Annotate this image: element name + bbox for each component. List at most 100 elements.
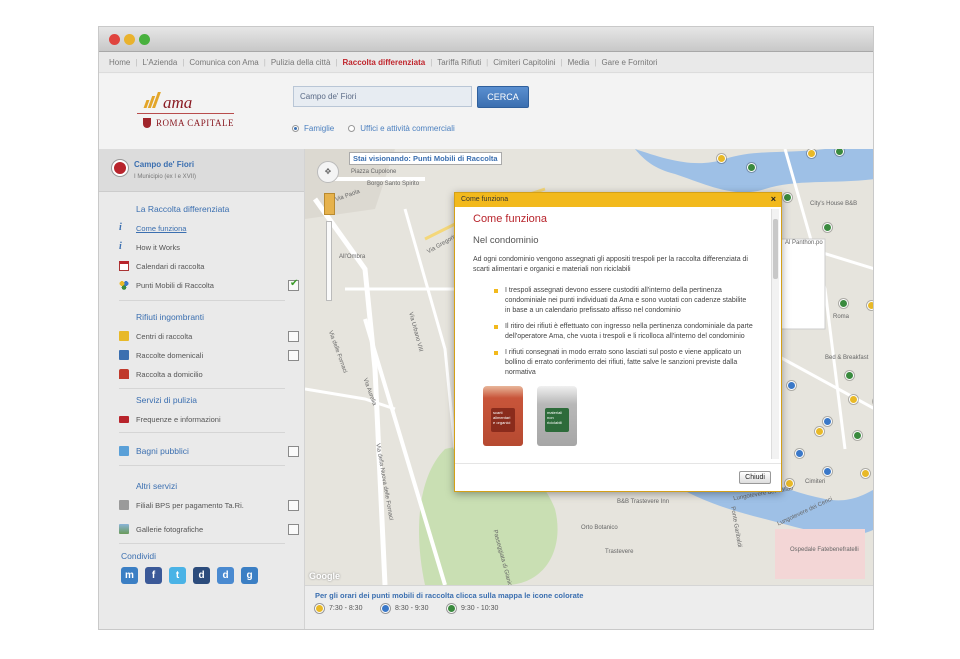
facebook-icon[interactable]: f [145, 567, 162, 584]
logo-subtitle: ROMA CAPITALE [156, 118, 235, 128]
radio-famiglie-label[interactable]: Famiglie [304, 124, 334, 133]
dialog-scrollbar[interactable] [771, 209, 779, 459]
dialog-footer: Chiudi [455, 463, 781, 491]
calendar-icon [119, 261, 129, 271]
sidebar-item-frequenze[interactable]: Frequenze e informazioni [119, 412, 299, 426]
legend-label: 7:30 - 8:30 [329, 605, 363, 612]
section-altri-title: Altri servizi [136, 481, 178, 491]
info-icon: i [119, 222, 122, 233]
close-window-icon[interactable] [109, 34, 120, 45]
pegman-icon[interactable] [324, 193, 335, 215]
location-pin-icon [112, 160, 128, 176]
sidebar-item-punti-mobili[interactable]: Punti Mobili di Raccolta [119, 278, 299, 292]
twitter-icon[interactable]: t [169, 567, 186, 584]
digg-icon[interactable]: d [217, 567, 234, 584]
collection-point-green[interactable] [783, 193, 792, 202]
gallerie-checkbox[interactable] [288, 523, 299, 535]
radio-uffici[interactable] [348, 125, 356, 132]
collection-point-green[interactable] [747, 163, 756, 172]
sidebar-item-how-it-works[interactable]: i How it Works [119, 240, 299, 254]
pan-control-icon[interactable]: ✥ [317, 161, 339, 183]
sidebar-item-domenicali[interactable]: Raccolte domenicali [119, 348, 299, 362]
nav-raccolta[interactable]: Raccolta differenziata [338, 58, 431, 67]
myspace-icon[interactable]: m [121, 567, 138, 584]
dialog-subtitle: Nel condominio [473, 235, 539, 246]
ama-logo[interactable]: ama ROMA CAPITALE [137, 90, 237, 134]
map-label: Trastevere [605, 549, 634, 555]
truck-icon [119, 415, 129, 423]
restroom-icon [119, 446, 129, 456]
map-label: Orto Botanico [581, 525, 618, 531]
sidebar-item-label: Frequenze e informazioni [136, 414, 221, 424]
close-icon[interactable]: × [771, 194, 776, 204]
nav-home[interactable]: Home [104, 58, 135, 67]
centri-checkbox[interactable] [288, 330, 299, 342]
google-icon[interactable]: g [241, 567, 258, 584]
collection-point-blue[interactable] [823, 467, 832, 476]
list-item: I trespoli assegnati devono essere custo… [494, 286, 753, 316]
collection-point-blue[interactable] [795, 449, 804, 458]
collection-point-blue[interactable] [823, 417, 832, 426]
sidebar-item-label: Punti Mobili di Raccolta [136, 280, 214, 290]
filter-options: Famiglie Uffici e attività commerciali [292, 124, 469, 133]
nav-media[interactable]: Media [563, 58, 595, 67]
minimize-window-icon[interactable] [124, 34, 135, 45]
collection-point-yellow[interactable] [807, 149, 816, 158]
nav-gare[interactable]: Gare e Fornitori [596, 58, 662, 67]
sidebar: Campo de' Fiori I Municipio (ex I e XVII… [99, 149, 305, 629]
map-label: Ospedale Fatebenefratelli [790, 547, 859, 553]
zoom-slider[interactable] [326, 221, 332, 301]
collection-point-green[interactable] [839, 299, 848, 308]
sidebar-item-label: Bagni pubblici [136, 446, 189, 456]
sidebar-item-filiali[interactable]: Filiali BPS per pagamento Ta.Ri. [119, 498, 299, 512]
collection-point-green[interactable] [853, 431, 862, 440]
legend-item-green: 9:30 - 10:30 [447, 604, 498, 613]
bagni-checkbox[interactable] [288, 445, 299, 457]
map-label: City's House B&B [810, 201, 858, 207]
collection-point-yellow[interactable] [861, 469, 870, 478]
nav-tariffa[interactable]: Tariffa Rifiuti [432, 58, 486, 67]
sidebar-item-centri[interactable]: Centri di raccolta [119, 329, 299, 343]
list-item: I rifiuti consegnati in modo errato sono… [494, 348, 753, 378]
section-pulizia-title: Servizi di pulizia [136, 395, 197, 405]
collection-point-yellow[interactable] [785, 479, 794, 488]
search-button[interactable]: CERCA [477, 86, 529, 108]
search-input[interactable] [293, 86, 472, 107]
radio-uffici-label[interactable]: Uffici e attività commerciali [360, 124, 455, 133]
collection-point-green[interactable] [823, 223, 832, 232]
sidebar-item-label: Come funziona [136, 223, 187, 233]
delicious-icon[interactable]: d [193, 567, 210, 584]
domenicali-checkbox[interactable] [288, 349, 299, 361]
nav-pulizia[interactable]: Pulizia della città [266, 58, 336, 67]
radio-famiglie[interactable] [292, 125, 299, 132]
nav-cimiteri[interactable]: Cimiteri Capitolini [488, 58, 560, 67]
collection-point-yellow[interactable] [867, 301, 873, 310]
nav-azienda[interactable]: L'Azienda [137, 58, 182, 67]
location-district: I Municipio (ex I e XVII) [134, 174, 197, 180]
close-button[interactable]: Chiudi [739, 471, 771, 484]
collection-point-yellow[interactable] [815, 427, 824, 436]
collection-point-green[interactable] [845, 371, 854, 380]
roma-shield-icon [143, 118, 151, 128]
map-label: Bed & Breakfast [825, 355, 869, 361]
nav-comunica[interactable]: Comunica con Ama [184, 58, 263, 67]
section-condividi-title: Condividi [121, 551, 156, 561]
sidebar-item-label: Raccolta a domicilio [136, 369, 203, 379]
punti-mobili-checkbox[interactable] [288, 278, 299, 291]
collection-point-yellow[interactable] [717, 154, 726, 163]
dialog-bullet-list: I trespoli assegnati devono essere custo… [473, 286, 753, 378]
collection-point-blue[interactable] [873, 397, 874, 406]
collection-point-blue[interactable] [787, 381, 796, 390]
sidebar-item-come-funziona[interactable]: i Come funziona [119, 221, 299, 235]
sidebar-item-label: How it Works [136, 242, 181, 252]
maximize-window-icon[interactable] [139, 34, 150, 45]
centri-icon [119, 331, 129, 341]
sidebar-item-bagni[interactable]: Bagni pubblici [119, 444, 299, 458]
filiali-checkbox[interactable] [288, 499, 299, 511]
sidebar-item-calendari[interactable]: Calendari di raccolta [119, 259, 299, 273]
collection-point-yellow[interactable] [849, 395, 858, 404]
sidebar-item-domicilio[interactable]: Raccolta a domicilio [119, 367, 299, 381]
sidebar-item-gallerie[interactable]: Gallerie fotografiche [119, 522, 299, 536]
map-label: Cimiteri [805, 479, 826, 485]
map-banner: Stai visionando: Punti Mobili di Raccolt… [349, 152, 502, 165]
